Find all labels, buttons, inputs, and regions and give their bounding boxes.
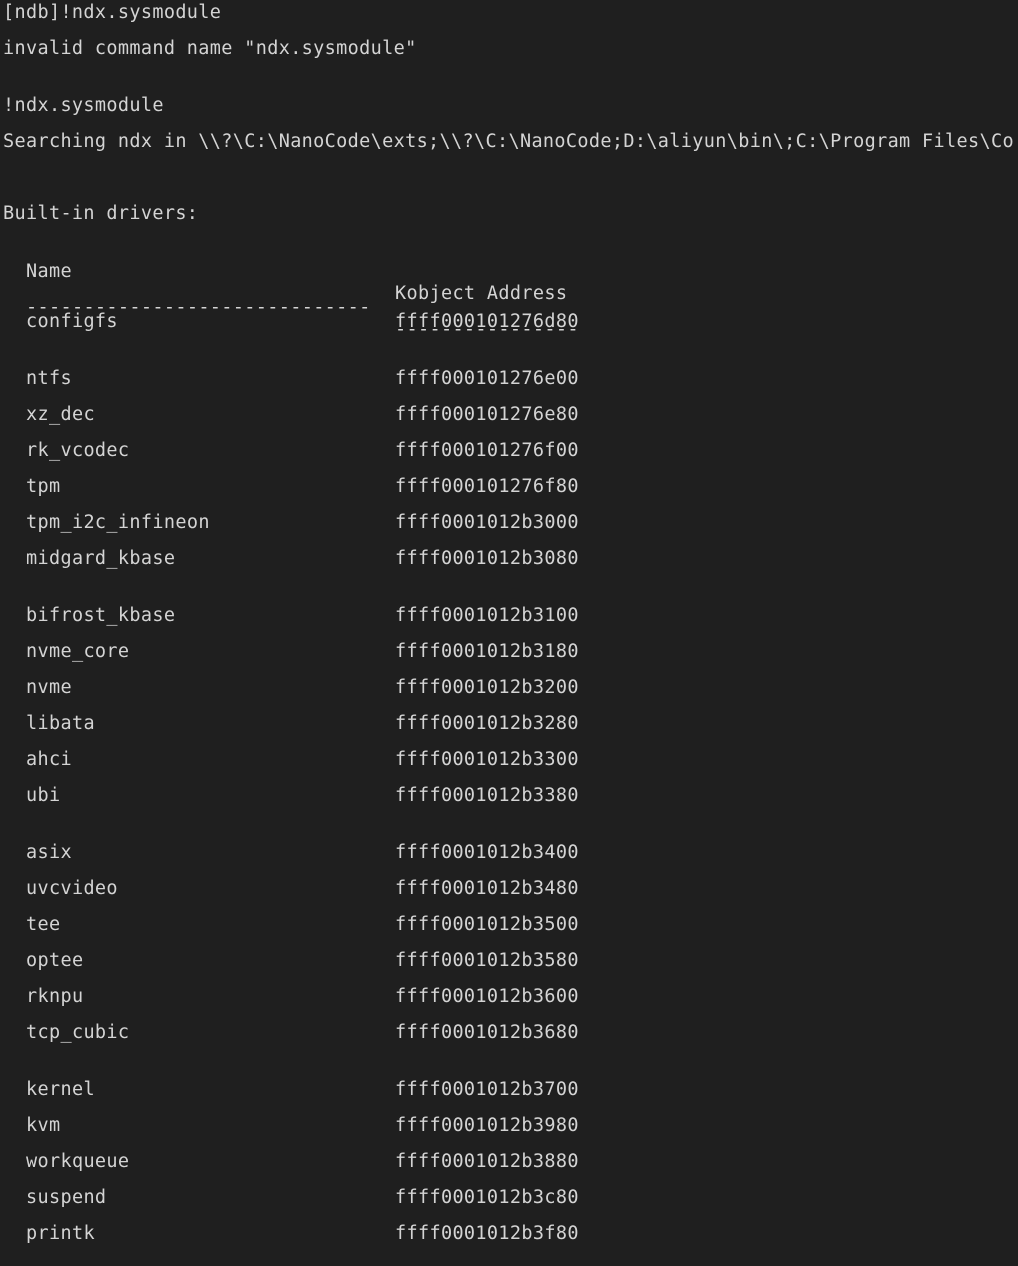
- kobject-address: ffff0001012b3300: [395, 749, 579, 770]
- console-line-prompt: [ndb]!ndx.sysmodule: [3, 2, 222, 23]
- kobject-address: ffff000101276f80: [395, 476, 579, 497]
- console-line-error: invalid command name "ndx.sysmodule": [3, 38, 417, 59]
- kobject-address: ffff0001012b3400: [395, 842, 579, 863]
- kobject-address: ffff0001012b3480: [395, 878, 579, 899]
- kobject-address: ffff0001012b3280: [395, 713, 579, 734]
- table-row: kernel ffff0001012b3700: [0, 1079, 1018, 1101]
- table-row: libata ffff0001012b3280: [0, 713, 1018, 735]
- driver-name: rk_vcodec: [26, 440, 130, 461]
- driver-name: tcp_cubic: [26, 1022, 130, 1043]
- table-row: rknpu ffff0001012b3600: [0, 986, 1018, 1008]
- table-row: tee ffff0001012b3500: [0, 914, 1018, 936]
- driver-name: ubi: [26, 785, 61, 806]
- console-output[interactable]: [ndb]!ndx.sysmodule invalid command name…: [0, 0, 1018, 1266]
- driver-name: asix: [26, 842, 72, 863]
- driver-name: uvcvideo: [26, 878, 118, 899]
- driver-name: kvm: [26, 1115, 61, 1136]
- kobject-address: ffff0001012b3100: [395, 605, 579, 626]
- table-row: ahci ffff0001012b3300: [0, 749, 1018, 771]
- table-row: ubi ffff0001012b3380: [0, 785, 1018, 807]
- kobject-address: ffff0001012b3f80: [395, 1223, 579, 1244]
- driver-name: tpm_i2c_infineon: [26, 512, 210, 533]
- kobject-address: ffff0001012b3980: [395, 1115, 579, 1136]
- driver-name: nvme_core: [26, 641, 130, 662]
- driver-name: configfs: [26, 311, 118, 332]
- kobject-address: ffff000101276f00: [395, 440, 579, 461]
- kobject-address: ffff0001012b3380: [395, 785, 579, 806]
- table-separator-row: ------------------------------ ---------…: [0, 275, 1018, 340]
- section-heading: Built-in drivers:: [3, 203, 199, 224]
- table-row: kvm ffff0001012b3980: [0, 1115, 1018, 1137]
- driver-name: optee: [26, 950, 84, 971]
- driver-name: ahci: [26, 749, 72, 770]
- table-row: nvme ffff0001012b3200: [0, 677, 1018, 699]
- table-row: configfs ffff000101276d80: [0, 311, 1018, 333]
- table-row: rk_vcodec ffff000101276f00: [0, 440, 1018, 462]
- kobject-address: ffff0001012b3180: [395, 641, 579, 662]
- table-row: bifrost_kbase ffff0001012b3100: [0, 605, 1018, 627]
- table-row: uvcvideo ffff0001012b3480: [0, 878, 1018, 900]
- kobject-address: ffff000101276d80: [395, 311, 579, 332]
- table-row: [0, 1259, 1018, 1266]
- kobject-address: ffff0001012b3200: [395, 677, 579, 698]
- driver-name: xz_dec: [26, 404, 95, 425]
- kobject-address: ffff0001012b3700: [395, 1079, 579, 1100]
- table-row: tcp_cubic ffff0001012b3680: [0, 1022, 1018, 1044]
- kobject-address: ffff000101276e00: [395, 368, 579, 389]
- kobject-address: ffff0001012b3880: [395, 1151, 579, 1172]
- driver-name: ntfs: [26, 368, 72, 389]
- kobject-address: ffff0001012b3580: [395, 950, 579, 971]
- console-line-search-path: Searching ndx in \\?\C:\NanoCode\exts;\\…: [3, 131, 1014, 152]
- driver-name: printk: [26, 1223, 95, 1244]
- kobject-address: ffff0001012b3c80: [395, 1187, 579, 1208]
- table-row: printk ffff0001012b3f80: [0, 1223, 1018, 1245]
- kobject-address: ffff000101276e80: [395, 404, 579, 425]
- driver-name: rknpu: [26, 986, 84, 1007]
- driver-name: tee: [26, 914, 61, 935]
- driver-name: tpm: [26, 476, 61, 497]
- kobject-address: ffff0001012b3500: [395, 914, 579, 935]
- table-row: suspend ffff0001012b3c80: [0, 1187, 1018, 1209]
- driver-name: libata: [26, 713, 95, 734]
- driver-name: nvme: [26, 677, 72, 698]
- table-row: tpm_i2c_infineon ffff0001012b3000: [0, 512, 1018, 534]
- table-row: tpm ffff000101276f80: [0, 476, 1018, 498]
- driver-name: suspend: [26, 1187, 107, 1208]
- table-header-row: Name Kobject Address: [0, 239, 1018, 304]
- driver-name: midgard_kbase: [26, 548, 176, 569]
- driver-name: bifrost_kbase: [26, 605, 176, 626]
- table-row: xz_dec ffff000101276e80: [0, 404, 1018, 426]
- table-row: midgard_kbase ffff0001012b3080: [0, 548, 1018, 570]
- table-row: asix ffff0001012b3400: [0, 842, 1018, 864]
- driver-name: kernel: [26, 1079, 95, 1100]
- table-row: ntfs ffff000101276e00: [0, 368, 1018, 390]
- kobject-address: ffff0001012b3000: [395, 512, 579, 533]
- kobject-address: ffff0001012b3600: [395, 986, 579, 1007]
- kobject-address: ffff0001012b3080: [395, 548, 579, 569]
- table-row: optee ffff0001012b3580: [0, 950, 1018, 972]
- kobject-address: ffff0001012b3680: [395, 1022, 579, 1043]
- table-row: nvme_core ffff0001012b3180: [0, 641, 1018, 663]
- table-row: workqueue ffff0001012b3880: [0, 1151, 1018, 1173]
- driver-name: workqueue: [26, 1151, 130, 1172]
- console-line-command: !ndx.sysmodule: [3, 95, 164, 116]
